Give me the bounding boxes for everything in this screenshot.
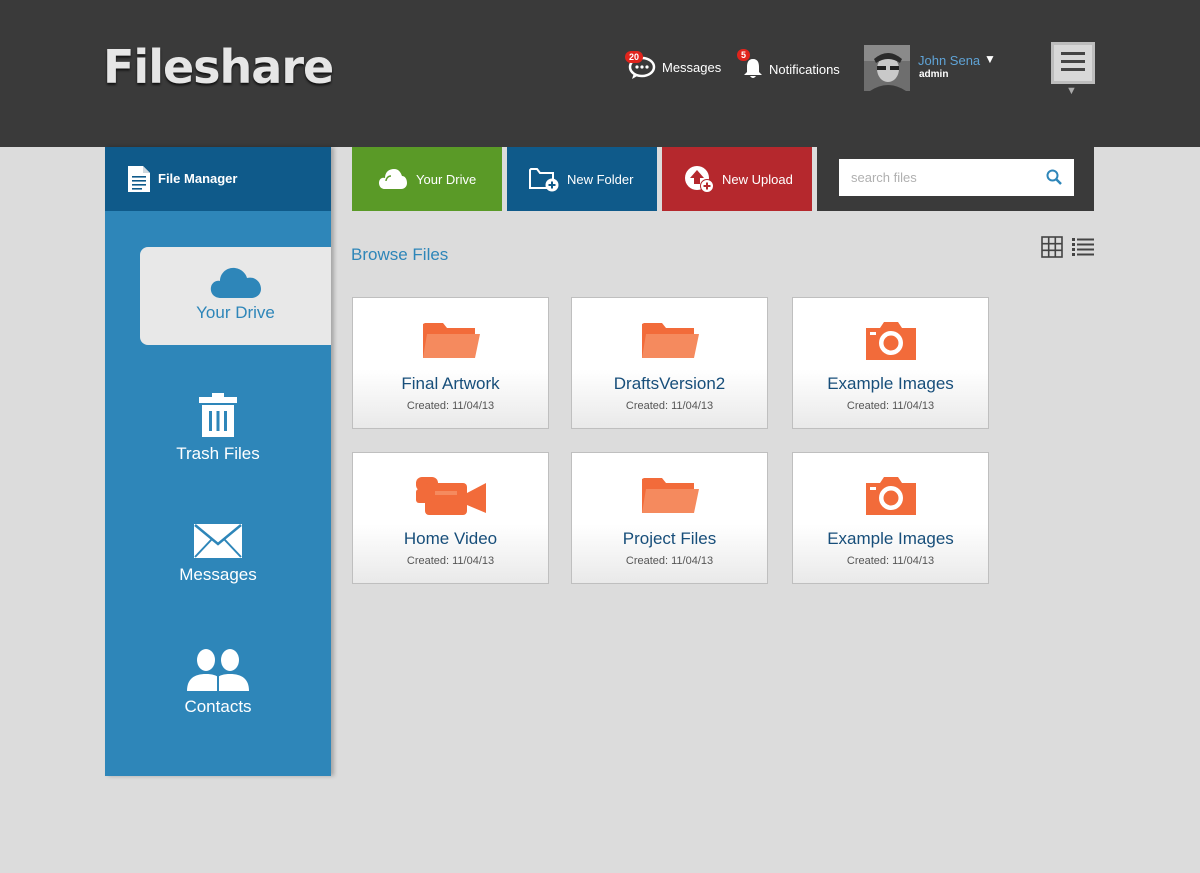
video-camera-icon: [415, 477, 486, 515]
top-header: Fileshare Messages 20 Notifications 5 Jo…: [0, 0, 1200, 147]
user-dropdown-caret-icon[interactable]: ▼: [984, 52, 996, 66]
cloud-icon: [210, 267, 261, 298]
file-name: Project Files: [622, 529, 717, 548]
sidebar-item-your-drive[interactable]: Your Drive: [140, 247, 331, 345]
folder-icon: [641, 478, 699, 513]
sidebar-item-label: Messages: [179, 565, 257, 584]
sidebar-item-messages[interactable]: Messages: [105, 523, 331, 585]
header-messages-label: Messages: [662, 59, 722, 75]
upload-icon: [685, 166, 714, 193]
menu-line-icon: [1061, 68, 1085, 71]
file-card-example-images-2[interactable]: Example Images Created: 11/04/13: [792, 452, 989, 584]
list-view-icon[interactable]: [1072, 237, 1094, 257]
file-created-date: Created: 11/04/13: [625, 400, 714, 412]
header-notifications-label: Notifications: [769, 61, 840, 77]
cloud-icon: [379, 169, 407, 189]
sidebar-header: File Manager: [105, 147, 331, 211]
document-icon: [128, 166, 150, 192]
notifications-count-badge: 5: [737, 49, 751, 61]
new-folder-button[interactable]: New Folder: [507, 147, 657, 211]
header-notifications-link[interactable]: Notifications: [743, 58, 840, 80]
search-icon[interactable]: [1046, 169, 1062, 185]
sidebar-item-label: Contacts: [184, 697, 252, 716]
menu-line-icon: [1061, 52, 1085, 55]
file-name: Final Artwork: [401, 374, 500, 393]
file-card-example-images[interactable]: Example Images Created: 11/04/13: [792, 297, 989, 429]
file-card-home-video[interactable]: Home Video Created: 11/04/13: [352, 452, 549, 584]
sidebar-item-label: Your Drive: [196, 303, 275, 322]
contacts-icon: [187, 647, 249, 691]
menu-caret-icon: ▼: [1066, 85, 1077, 97]
folder-icon: [641, 323, 699, 358]
camera-icon: [865, 477, 916, 515]
file-card-project-files[interactable]: Project Files Created: 11/04/13: [571, 452, 768, 584]
your-drive-label: Your Drive: [416, 171, 477, 187]
bell-icon: [744, 59, 762, 78]
menu-line-icon: [1061, 60, 1085, 63]
camera-icon: [865, 322, 916, 360]
app-logo[interactable]: Fileshare: [103, 40, 334, 94]
new-folder-label: New Folder: [567, 171, 634, 187]
file-name: Home Video: [403, 529, 498, 548]
new-upload-button[interactable]: New Upload: [662, 147, 812, 211]
user-avatar[interactable]: [864, 45, 910, 91]
file-name: Example Images: [827, 374, 954, 393]
sidebar-item-trash-files[interactable]: Trash Files: [105, 392, 331, 464]
file-created-date: Created: 11/04/13: [406, 555, 495, 567]
file-created-date: Created: 11/04/13: [846, 555, 935, 567]
messages-count-badge: 20: [625, 51, 644, 63]
main-menu-button[interactable]: [1051, 42, 1095, 84]
sidebar: File Manager Your Drive Trash Files Mess…: [105, 147, 331, 776]
sidebar-title: File Manager: [158, 171, 238, 186]
browse-files-title: Browse Files: [351, 245, 449, 264]
file-name: DraftsVersion2: [613, 374, 726, 393]
file-created-date: Created: 11/04/13: [625, 555, 714, 567]
grid-view-icon[interactable]: [1041, 236, 1063, 258]
new-folder-icon: [529, 168, 559, 192]
your-drive-button[interactable]: Your Drive: [352, 147, 502, 211]
new-upload-label: New Upload: [722, 171, 793, 187]
envelope-icon: [194, 524, 242, 558]
sidebar-item-contacts[interactable]: Contacts: [105, 647, 331, 717]
trash-icon: [199, 393, 237, 437]
file-card-final-artwork[interactable]: Final Artwork Created: 11/04/13: [352, 297, 549, 429]
user-role: admin: [919, 69, 949, 80]
search-bar: [817, 147, 1094, 211]
avatar-photo-icon: [864, 45, 910, 91]
user-name[interactable]: John Sena: [918, 53, 980, 68]
file-card-draftsversion2[interactable]: DraftsVersion2 Created: 11/04/13: [571, 297, 768, 429]
file-created-date: Created: 11/04/13: [406, 400, 495, 412]
file-created-date: Created: 11/04/13: [846, 400, 935, 412]
sidebar-item-label: Trash Files: [176, 444, 260, 463]
search-input[interactable]: [839, 159, 1074, 196]
folder-icon: [422, 323, 480, 358]
file-name: Example Images: [827, 529, 954, 548]
